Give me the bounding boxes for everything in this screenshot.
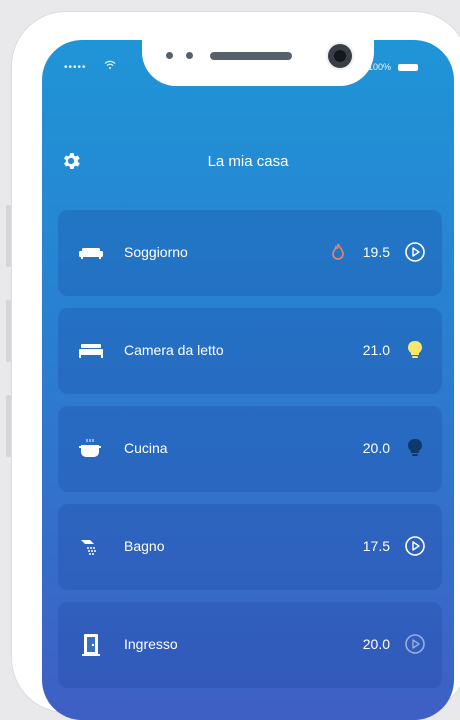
room-list: Soggiorno 19.5 Camera da letto 21.0 Cuci… <box>58 210 442 700</box>
sensor-dot <box>186 52 193 59</box>
phone-frame: ••••• 100% La mia casa Soggiorno 19.5 Ca… <box>12 12 460 720</box>
room-name: Camera da letto <box>124 342 224 358</box>
play-circle-icon[interactable] <box>404 633 426 655</box>
room-name: Bagno <box>124 538 165 554</box>
room-name: Ingresso <box>124 636 178 652</box>
pot-icon <box>78 436 104 462</box>
play-circle-icon[interactable] <box>404 535 426 557</box>
room-card-bagno[interactable]: Bagno 17.5 <box>58 504 442 590</box>
lightbulb-off-icon[interactable] <box>404 437 426 459</box>
room-card-soggiorno[interactable]: Soggiorno 19.5 <box>58 210 442 296</box>
room-card-camera-da-letto[interactable]: Camera da letto 21.0 <box>58 308 442 394</box>
room-temperature: 19.5 <box>362 244 390 260</box>
door-icon <box>78 632 104 658</box>
room-card-cucina[interactable]: Cucina 20.0 <box>58 406 442 492</box>
shower-icon <box>78 534 104 560</box>
front-camera <box>328 44 352 68</box>
phone-side-button <box>6 395 11 457</box>
room-name: Soggiorno <box>124 244 188 260</box>
page-title: La mia casa <box>207 153 289 170</box>
phone-notch <box>142 40 374 86</box>
room-temperature: 21.0 <box>362 342 390 358</box>
room-temperature: 17.5 <box>362 538 390 554</box>
phone-side-button <box>6 205 11 267</box>
wifi-icon <box>104 60 116 73</box>
room-temperature: 20.0 <box>362 440 390 456</box>
battery-icon <box>398 64 418 71</box>
room-name: Cucina <box>124 440 168 456</box>
bed-icon <box>78 338 104 364</box>
lightbulb-on-icon[interactable] <box>404 339 426 361</box>
room-card-ingresso[interactable]: Ingresso 20.0 <box>58 602 442 688</box>
cellular-signal-icon: ••••• <box>64 62 87 73</box>
play-circle-icon[interactable] <box>404 241 426 263</box>
app-screen: ••••• 100% La mia casa Soggiorno 19.5 Ca… <box>42 40 454 720</box>
room-temperature: 20.0 <box>362 636 390 652</box>
speaker-grille <box>210 52 292 60</box>
sensor-dot <box>166 52 173 59</box>
flame-icon <box>332 243 344 261</box>
app-header: La mia casa <box>42 148 454 178</box>
phone-side-button <box>6 300 11 362</box>
sofa-icon <box>78 240 104 266</box>
